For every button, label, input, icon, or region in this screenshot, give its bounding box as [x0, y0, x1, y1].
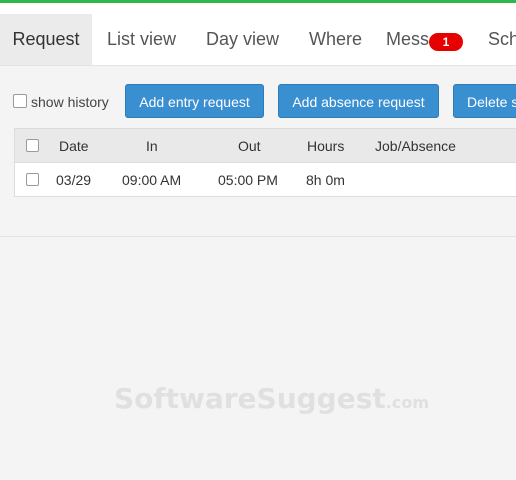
requests-table: Date In Out Hours Job/Absence 03/29 09:0…	[14, 128, 516, 197]
row-date: 03/29	[56, 172, 92, 188]
tab-bar: Request List view Day view Where Mess 1 …	[0, 3, 516, 66]
show-history-checkbox[interactable]	[13, 94, 27, 108]
column-header-out: Out	[238, 138, 261, 154]
tab-request[interactable]: Request	[0, 14, 92, 65]
column-header-job-absence: Job/Absence	[375, 138, 456, 154]
row-in-time: 09:00 AM	[122, 172, 182, 188]
show-history-label: show history	[31, 94, 109, 110]
column-header-hours: Hours	[307, 138, 345, 154]
row-hours: 8h 0m	[306, 172, 345, 188]
add-entry-request-button[interactable]: Add entry request	[125, 84, 264, 118]
table-row[interactable]: 03/29 09:00 AM 05:00 PM 8h 0m	[15, 163, 516, 197]
watermark-tld: .com	[385, 393, 429, 412]
tab-day-view[interactable]: Day view	[206, 14, 279, 65]
delete-selected-button[interactable]: Delete s	[453, 84, 516, 118]
tab-messages[interactable]: Mess	[386, 14, 429, 65]
add-absence-request-button[interactable]: Add absence request	[278, 84, 439, 118]
column-header-in: In	[146, 138, 158, 154]
select-all-checkbox[interactable]	[26, 139, 39, 152]
column-header-date: Date	[59, 138, 89, 154]
table-header: Date In Out Hours Job/Absence	[15, 129, 516, 163]
content-divider	[0, 236, 516, 237]
tab-list-view[interactable]: List view	[107, 14, 176, 65]
watermark-logo: SoftwareSuggest.com	[114, 382, 429, 415]
tab-where[interactable]: Where	[309, 14, 362, 65]
tab-schedule[interactable]: Sch	[488, 14, 516, 65]
row-out-time: 05:00 PM	[218, 172, 278, 188]
watermark-main: SoftwareSuggest	[114, 382, 386, 415]
messages-count-badge: 1	[429, 33, 463, 51]
row-checkbox[interactable]	[26, 173, 39, 186]
